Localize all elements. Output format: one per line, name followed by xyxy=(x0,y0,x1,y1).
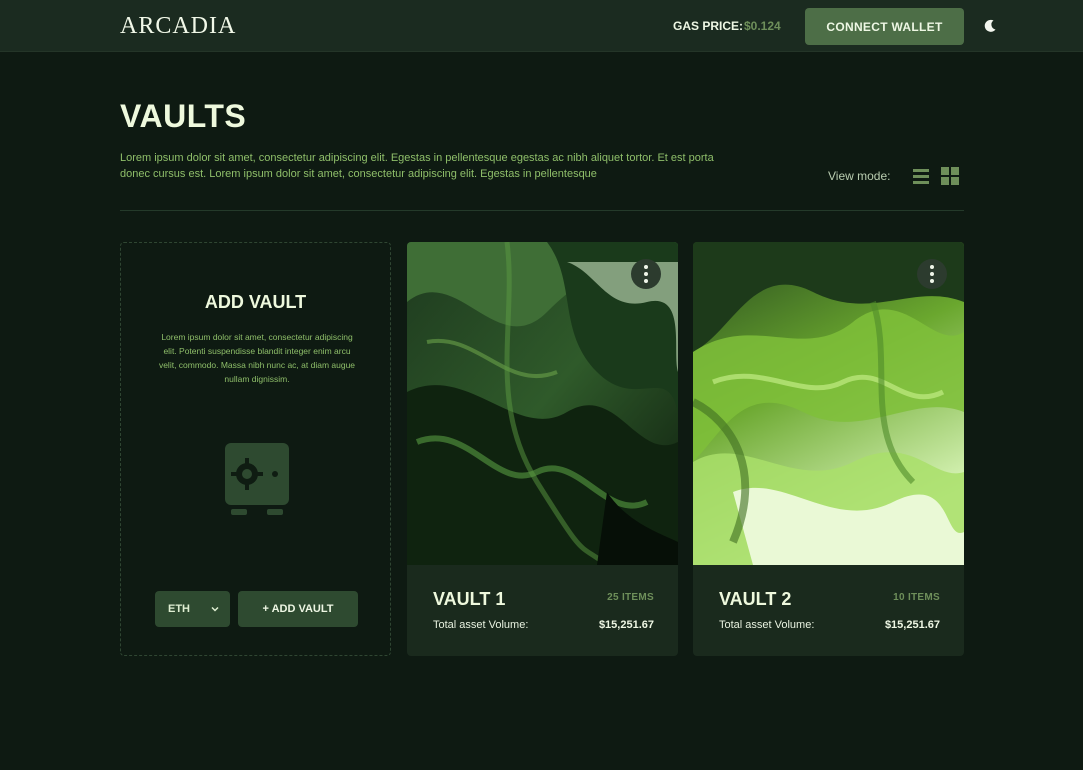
section-divider xyxy=(120,210,964,211)
chevron-down-icon xyxy=(211,606,219,612)
page-title: VAULTS xyxy=(120,98,247,134)
grid-icon[interactable] xyxy=(941,167,959,185)
vault-volume-value: $15,251.67 xyxy=(598,619,654,631)
list-icon[interactable] xyxy=(913,168,929,184)
logo[interactable]: ARCADIA xyxy=(120,13,236,40)
more-options-icon[interactable] xyxy=(631,259,661,289)
view-mode-label: View mode: xyxy=(828,169,891,183)
gas-price-label: GAS PRICE: xyxy=(673,19,744,33)
vault-artwork-image xyxy=(407,242,678,565)
vault-name: VAULT 1 xyxy=(433,589,506,609)
vault-item-count: 25 ITEMS xyxy=(607,592,654,603)
vault-item-count: 10 ITEMS xyxy=(893,592,940,603)
add-vault-button[interactable]: + ADD VAULT xyxy=(238,591,358,627)
moon-icon[interactable] xyxy=(981,17,999,35)
vault-volume-label: Total asset Volume: xyxy=(719,619,815,631)
more-options-icon[interactable] xyxy=(917,259,947,289)
currency-value: ETH xyxy=(168,603,190,615)
top-navbar: ARCADIA GAS PRICE: $0.124 CONNECT WALLET xyxy=(0,0,1083,52)
vault-volume-label: Total asset Volume: xyxy=(433,619,529,631)
page-description: Lorem ipsum dolor sit amet, consectetur … xyxy=(120,152,714,180)
gas-price-value: $0.124 xyxy=(744,19,781,33)
vault-artwork-image xyxy=(693,242,964,565)
vault-card[interactable]: VAULT 1 25 ITEMS Total asset Volume: $15… xyxy=(407,242,678,656)
add-vault-description: Lorem ipsum dolor sit amet, consectetur … xyxy=(158,332,356,384)
add-vault-card: ADD VAULT Lorem ipsum dolor sit amet, co… xyxy=(120,242,391,656)
add-vault-title: ADD VAULT xyxy=(204,292,307,312)
vault-volume-value: $15,251.67 xyxy=(884,619,940,631)
connect-wallet-button[interactable]: CONNECT WALLET xyxy=(805,8,964,45)
currency-select[interactable]: ETH xyxy=(155,591,230,627)
vault-name: VAULT 2 xyxy=(719,589,792,609)
vault-card[interactable]: VAULT 2 10 ITEMS Total asset Volume: $15… xyxy=(693,242,964,656)
safe-icon xyxy=(225,443,289,515)
